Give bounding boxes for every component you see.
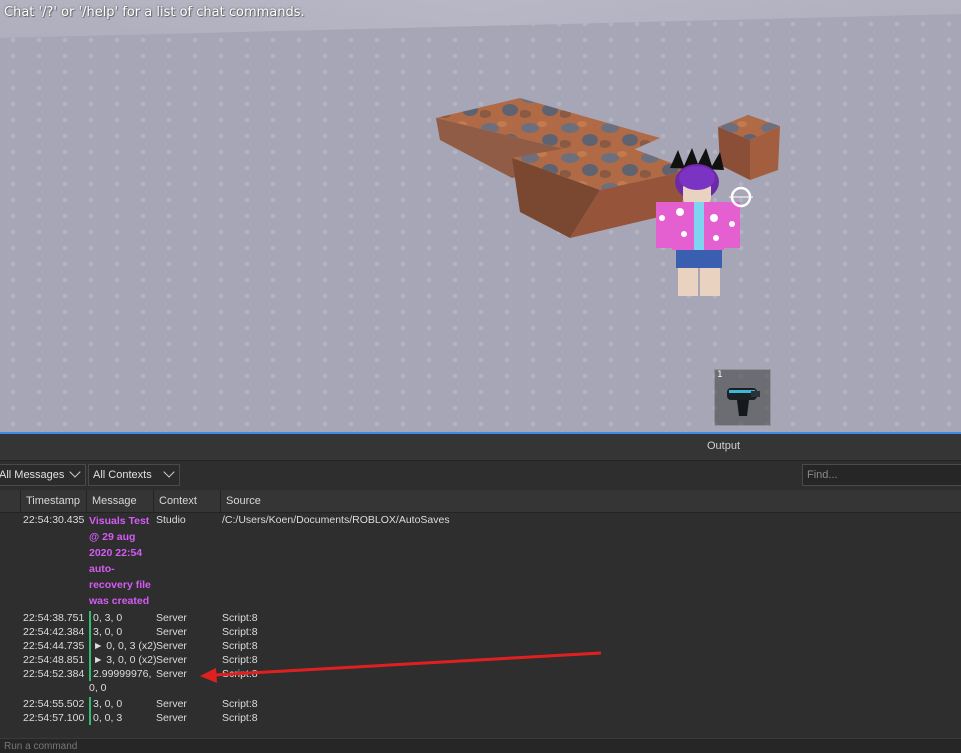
log-message-line: @ 29 aug (89, 531, 136, 543)
output-panel: Output All Messages All Contexts Timesta… (0, 432, 961, 753)
log-timestamp: 22:54:42.384 (23, 626, 85, 638)
log-row[interactable]: 22:54:42.384 3, 0, 0 Server Script:8 (0, 625, 961, 639)
hotbar-slot-1[interactable]: 1 (714, 369, 771, 426)
log-timestamp: 22:54:30.435 (23, 514, 85, 526)
chevron-down-icon (69, 466, 81, 478)
server-indicator-bar (89, 667, 91, 681)
output-table-header: Timestamp Message Context Source (0, 490, 961, 513)
log-timestamp: 22:54:55.502 (23, 698, 85, 710)
log-row[interactable]: 22:54:52.384 2.99999976, 0, 0 Server Scr… (0, 667, 961, 695)
log-context: Server (156, 668, 187, 680)
server-indicator-bar (89, 697, 91, 711)
message-filter-value: All Messages (0, 469, 65, 481)
column-header-context[interactable]: Context (153, 490, 220, 512)
log-timestamp: 22:54:44.735 (23, 640, 85, 652)
hotbar-slot-number: 1 (717, 370, 723, 380)
log-source[interactable]: /C:/Users/Koen/Documents/ROBLOX/AutoSave… (222, 513, 450, 527)
log-context: Server (156, 712, 187, 724)
player-avatar[interactable] (650, 148, 760, 300)
command-bar (0, 738, 961, 753)
log-source[interactable]: Script:8 (222, 653, 258, 667)
game-viewport[interactable]: Chat '/?' or '/help' for a list of chat … (0, 0, 961, 432)
log-message-line: 2020 22:54 (89, 547, 143, 559)
log-context: Server (156, 612, 187, 624)
context-filter-value: All Contexts (93, 469, 152, 481)
log-timestamp: 22:54:57.100 (23, 712, 85, 724)
log-message: 3, 0, 0 (93, 626, 123, 638)
log-row[interactable]: 22:54:48.851 ► 3, 0, 0 (x2) Server Scrip… (0, 653, 961, 667)
log-source[interactable]: Script:8 (222, 611, 258, 625)
log-message: Visuals Test @ 29 aug 2020 22:54 auto- r… (89, 513, 153, 609)
blaster-icon (727, 388, 760, 416)
log-context: Server (156, 626, 187, 638)
log-message: 0, 3, 0 (93, 612, 123, 624)
output-titlebar: Output (0, 434, 961, 461)
brick-parts[interactable] (0, 0, 961, 432)
command-input[interactable] (4, 739, 954, 753)
log-message: 3, 0, 0 (93, 698, 123, 710)
log-message-expandable[interactable]: ► 3, 0, 0 (x2) (93, 653, 157, 667)
log-timestamp: 22:54:38.751 (23, 612, 85, 624)
log-timestamp: 22:54:52.384 (23, 668, 85, 680)
log-source[interactable]: Script:8 (222, 639, 258, 653)
log-message-line: was created (89, 595, 150, 607)
log-message-line: 2.99999976, (93, 668, 152, 680)
output-filter-bar: All Messages All Contexts (0, 461, 961, 489)
server-indicator-bar (89, 611, 91, 625)
log-row[interactable]: 22:54:57.100 0, 0, 3 Server Script:8 (0, 711, 961, 725)
log-row[interactable]: 22:54:44.735 ► 0, 0, 3 (x2) Server Scrip… (0, 639, 961, 653)
chevron-down-icon (163, 466, 175, 478)
log-row[interactable]: 22:54:30.435 Visuals Test @ 29 aug 2020 … (0, 513, 961, 609)
server-indicator-bar (89, 639, 91, 653)
log-source[interactable]: Script:8 (222, 697, 258, 711)
log-timestamp: 22:54:48.851 (23, 654, 85, 666)
context-filter-dropdown[interactable]: All Contexts (88, 464, 180, 486)
log-context: Server (156, 640, 187, 652)
log-message-expandable[interactable]: ► 0, 0, 3 (x2) (93, 639, 157, 653)
log-message-line: 0, 0 (89, 682, 107, 694)
log-message-line: Visuals Test (89, 515, 150, 527)
server-indicator-bar (89, 653, 91, 667)
find-input[interactable] (802, 464, 961, 486)
column-header-timestamp[interactable]: Timestamp (20, 490, 86, 512)
log-context: Server (156, 654, 187, 666)
log-message: 0, 0, 3 (93, 712, 123, 724)
log-message-line: auto- (89, 563, 115, 575)
log-context: Server (156, 698, 187, 710)
log-source[interactable]: Script:8 (222, 711, 258, 725)
server-indicator-bar (89, 711, 91, 725)
column-header-source[interactable]: Source (220, 490, 620, 512)
log-source[interactable]: Script:8 (222, 667, 258, 681)
log-row[interactable]: 22:54:38.751 0, 3, 0 Server Script:8 (0, 611, 961, 625)
log-message-line: recovery file (89, 579, 151, 591)
log-context: Studio (156, 514, 186, 526)
log-source[interactable]: Script:8 (222, 625, 258, 639)
message-filter-dropdown[interactable]: All Messages (0, 464, 86, 486)
server-indicator-bar (89, 625, 91, 639)
output-title: Output (707, 440, 741, 452)
log-row[interactable]: 22:54:55.502 3, 0, 0 Server Script:8 (0, 697, 961, 711)
column-header-message[interactable]: Message (86, 490, 153, 512)
